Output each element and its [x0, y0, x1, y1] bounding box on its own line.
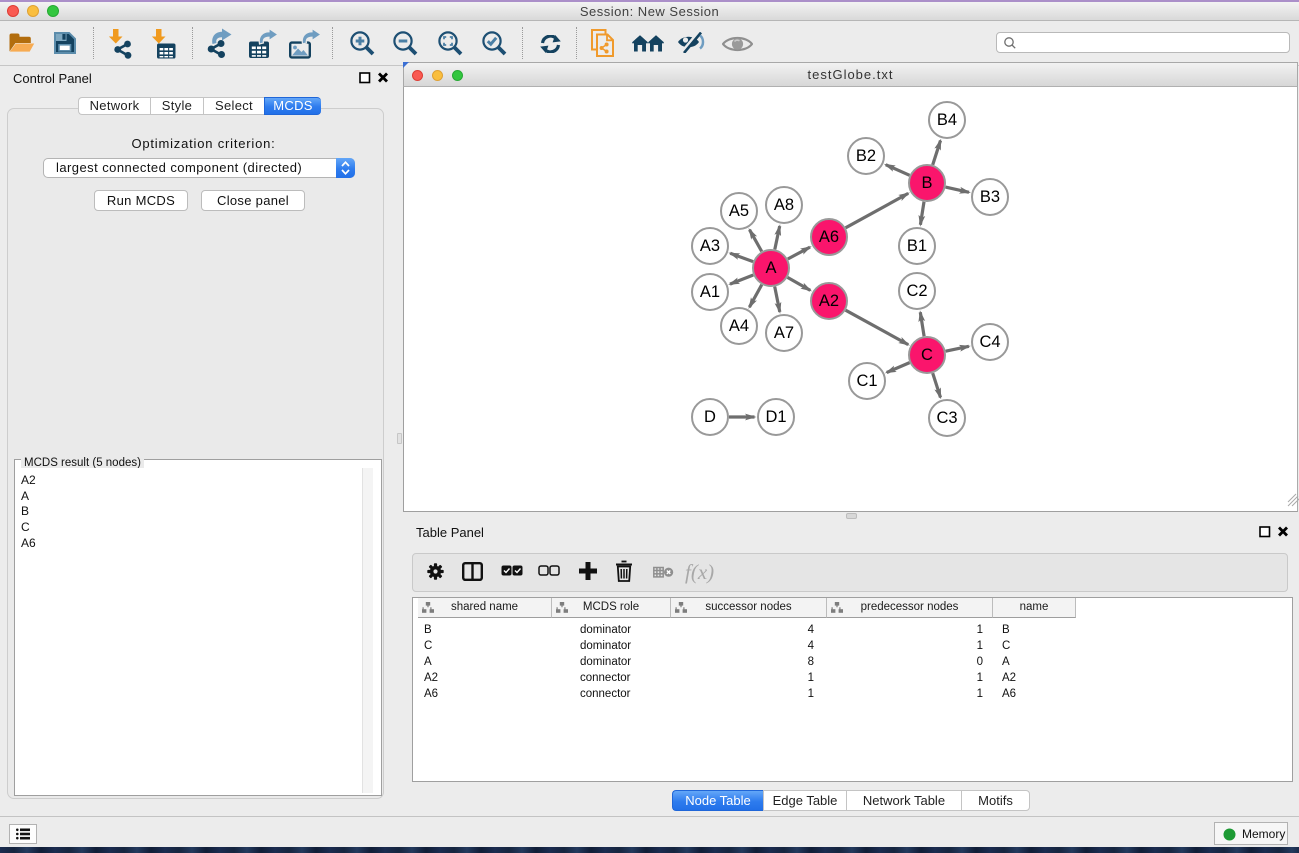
svg-text:A8: A8 — [774, 196, 794, 214]
svg-text:C4: C4 — [979, 333, 1000, 351]
svg-text:A5: A5 — [729, 202, 749, 220]
svg-text:A3: A3 — [700, 237, 720, 255]
svg-text:C: C — [921, 346, 933, 364]
svg-text:B1: B1 — [907, 237, 927, 255]
svg-text:D1: D1 — [765, 408, 786, 426]
svg-text:B: B — [921, 174, 932, 192]
svg-text:A6: A6 — [819, 228, 839, 246]
svg-text:A1: A1 — [700, 283, 720, 301]
svg-text:B4: B4 — [937, 111, 957, 129]
svg-text:C1: C1 — [856, 372, 877, 390]
svg-text:A7: A7 — [774, 324, 794, 342]
svg-text:A: A — [765, 259, 776, 277]
svg-text:A4: A4 — [729, 317, 749, 335]
svg-text:A2: A2 — [819, 292, 839, 310]
svg-text:B3: B3 — [980, 188, 1000, 206]
svg-text:C2: C2 — [906, 282, 927, 300]
svg-text:B2: B2 — [856, 147, 876, 165]
svg-text:C3: C3 — [936, 409, 957, 427]
svg-text:D: D — [704, 408, 716, 426]
